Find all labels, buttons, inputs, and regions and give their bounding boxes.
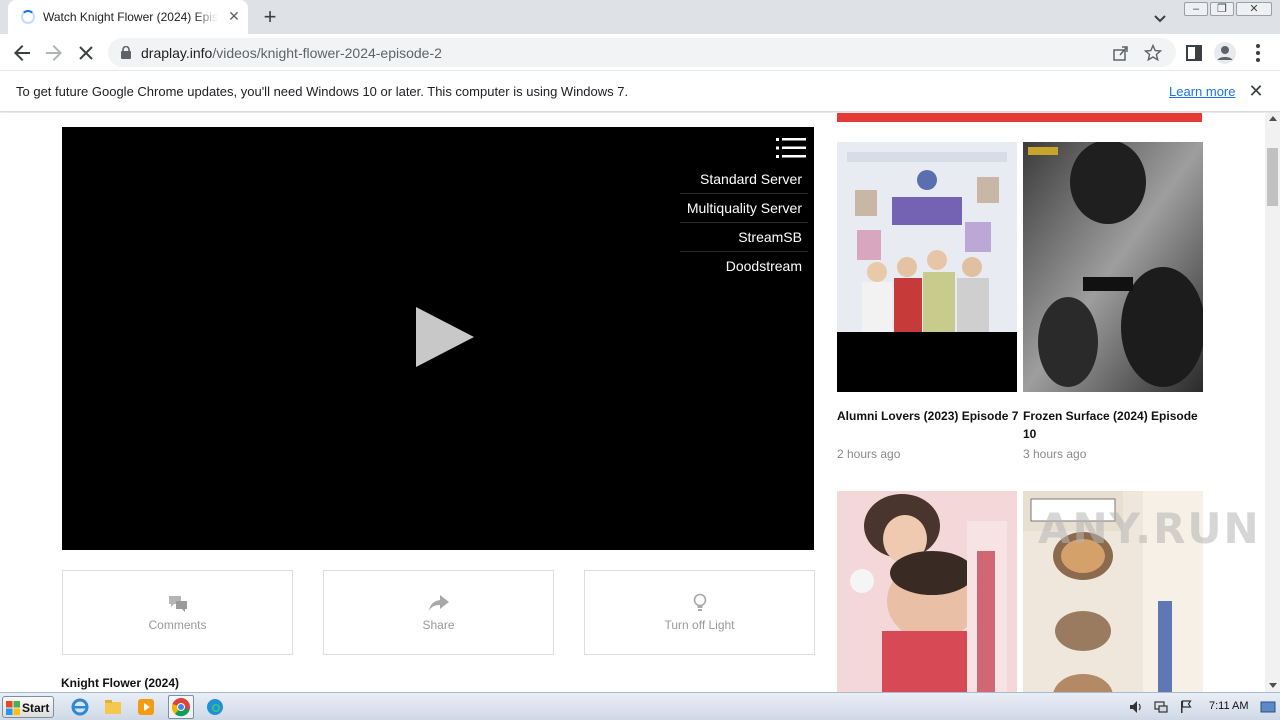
play-icon[interactable] — [414, 307, 476, 369]
edge-icon[interactable] — [205, 697, 225, 717]
share-button[interactable]: Share — [323, 570, 554, 655]
turn-off-light-label: Turn off Light — [664, 618, 735, 632]
scroll-down-arrow-icon[interactable] — [1269, 683, 1277, 688]
back-icon[interactable] — [10, 41, 34, 65]
share-label: Share — [422, 618, 455, 632]
stop-loading-icon[interactable] — [74, 41, 98, 65]
page-scrollbar[interactable] — [1265, 113, 1280, 692]
start-label: Start — [22, 701, 50, 715]
server-option-doodstream[interactable]: Doodstream — [680, 252, 808, 281]
show-desktop-icon[interactable] — [1260, 699, 1276, 715]
chrome-icon — [171, 698, 190, 717]
windows-logo-icon — [6, 701, 20, 715]
share-page-icon[interactable] — [1112, 44, 1130, 62]
media-player-icon[interactable] — [136, 697, 156, 717]
comments-button[interactable]: Comments — [62, 570, 293, 655]
side-panel-icon[interactable] — [1182, 41, 1206, 65]
scroll-up-arrow-icon[interactable] — [1269, 116, 1277, 121]
poster-image[interactable] — [837, 491, 1017, 692]
server-list: Standard Server Multiquality Server Stre… — [680, 165, 808, 281]
new-tab-button[interactable]: + — [258, 5, 282, 29]
watermark-logo: ANY.RUN — [1038, 504, 1261, 553]
profile-avatar-icon[interactable] — [1213, 41, 1237, 65]
url-text[interactable]: draplay.info/videos/knight-flower-2024-e… — [141, 45, 442, 61]
web-page: Standard Server Multiquality Server Stre… — [0, 113, 1265, 692]
comments-label: Comments — [148, 618, 207, 632]
more-menu-icon[interactable] — [1246, 41, 1270, 65]
lightbulb-icon — [693, 593, 706, 611]
internet-explorer-icon[interactable] — [70, 697, 90, 717]
browser-tab[interactable]: Watch Knight Flower (2024) Episode 2 ✕ — [8, 0, 248, 34]
comments-icon — [168, 596, 187, 612]
card-title[interactable]: Alumni Lovers (2023) Episode 7 — [837, 407, 1019, 425]
show-title[interactable]: Knight Flower (2024) — [61, 676, 179, 690]
server-menu-icon[interactable] — [776, 137, 806, 159]
volume-icon[interactable] — [1128, 699, 1144, 715]
update-infobar: To get future Google Chrome updates, you… — [0, 71, 1280, 112]
card-title[interactable]: Frozen Surface (2024) Episode 10 — [1023, 407, 1205, 443]
tab-strip: Watch Knight Flower (2024) Episode 2 ✕ +… — [0, 0, 1280, 34]
system-clock[interactable]: 7:11 AM — [1209, 700, 1249, 712]
forward-icon[interactable] — [42, 41, 66, 65]
browser-toolbar: draplay.info/videos/knight-flower-2024-e… — [0, 34, 1280, 71]
windows-taskbar: Start 7:11 AM — [0, 692, 1280, 720]
close-infobar-icon[interactable]: ✕ — [1247, 82, 1265, 100]
tab-search-chevron-icon[interactable] — [1150, 8, 1170, 28]
lock-icon[interactable] — [120, 46, 132, 59]
server-option-multiquality[interactable]: Multiquality Server — [680, 194, 808, 223]
start-button[interactable]: Start — [2, 696, 54, 718]
action-center-flag-icon[interactable] — [1178, 699, 1194, 715]
maximize-button[interactable]: ❐ — [1210, 2, 1234, 16]
loading-spinner-icon — [21, 10, 35, 24]
tab-title: Watch Knight Flower (2024) Episode 2 — [43, 10, 218, 24]
file-explorer-icon[interactable] — [103, 697, 123, 717]
card-time: 2 hours ago — [837, 447, 901, 461]
share-icon — [428, 595, 449, 611]
close-tab-icon[interactable]: ✕ — [226, 8, 242, 24]
network-icon[interactable] — [1153, 699, 1169, 715]
close-window-button[interactable]: ✕ — [1236, 2, 1272, 16]
address-bar[interactable]: draplay.info/videos/knight-flower-2024-e… — [108, 38, 1176, 67]
minimize-button[interactable]: – — [1184, 2, 1208, 16]
poster-image[interactable] — [837, 142, 1017, 392]
server-option-standard[interactable]: Standard Server — [680, 165, 808, 194]
video-player[interactable]: Standard Server Multiquality Server Stre… — [62, 127, 814, 550]
server-option-streamsb[interactable]: StreamSB — [680, 223, 808, 252]
infobar-message: To get future Google Chrome updates, you… — [16, 84, 629, 99]
sidebar-accent-bar — [837, 113, 1202, 122]
poster-image[interactable] — [1023, 142, 1203, 392]
scroll-thumb[interactable] — [1267, 148, 1278, 206]
chrome-taskbar-button[interactable] — [168, 695, 194, 719]
bookmark-star-icon[interactable] — [1144, 44, 1162, 62]
turn-off-light-button[interactable]: Turn off Light — [584, 570, 815, 655]
card-time: 3 hours ago — [1023, 447, 1087, 461]
learn-more-link[interactable]: Learn more — [1169, 84, 1235, 99]
